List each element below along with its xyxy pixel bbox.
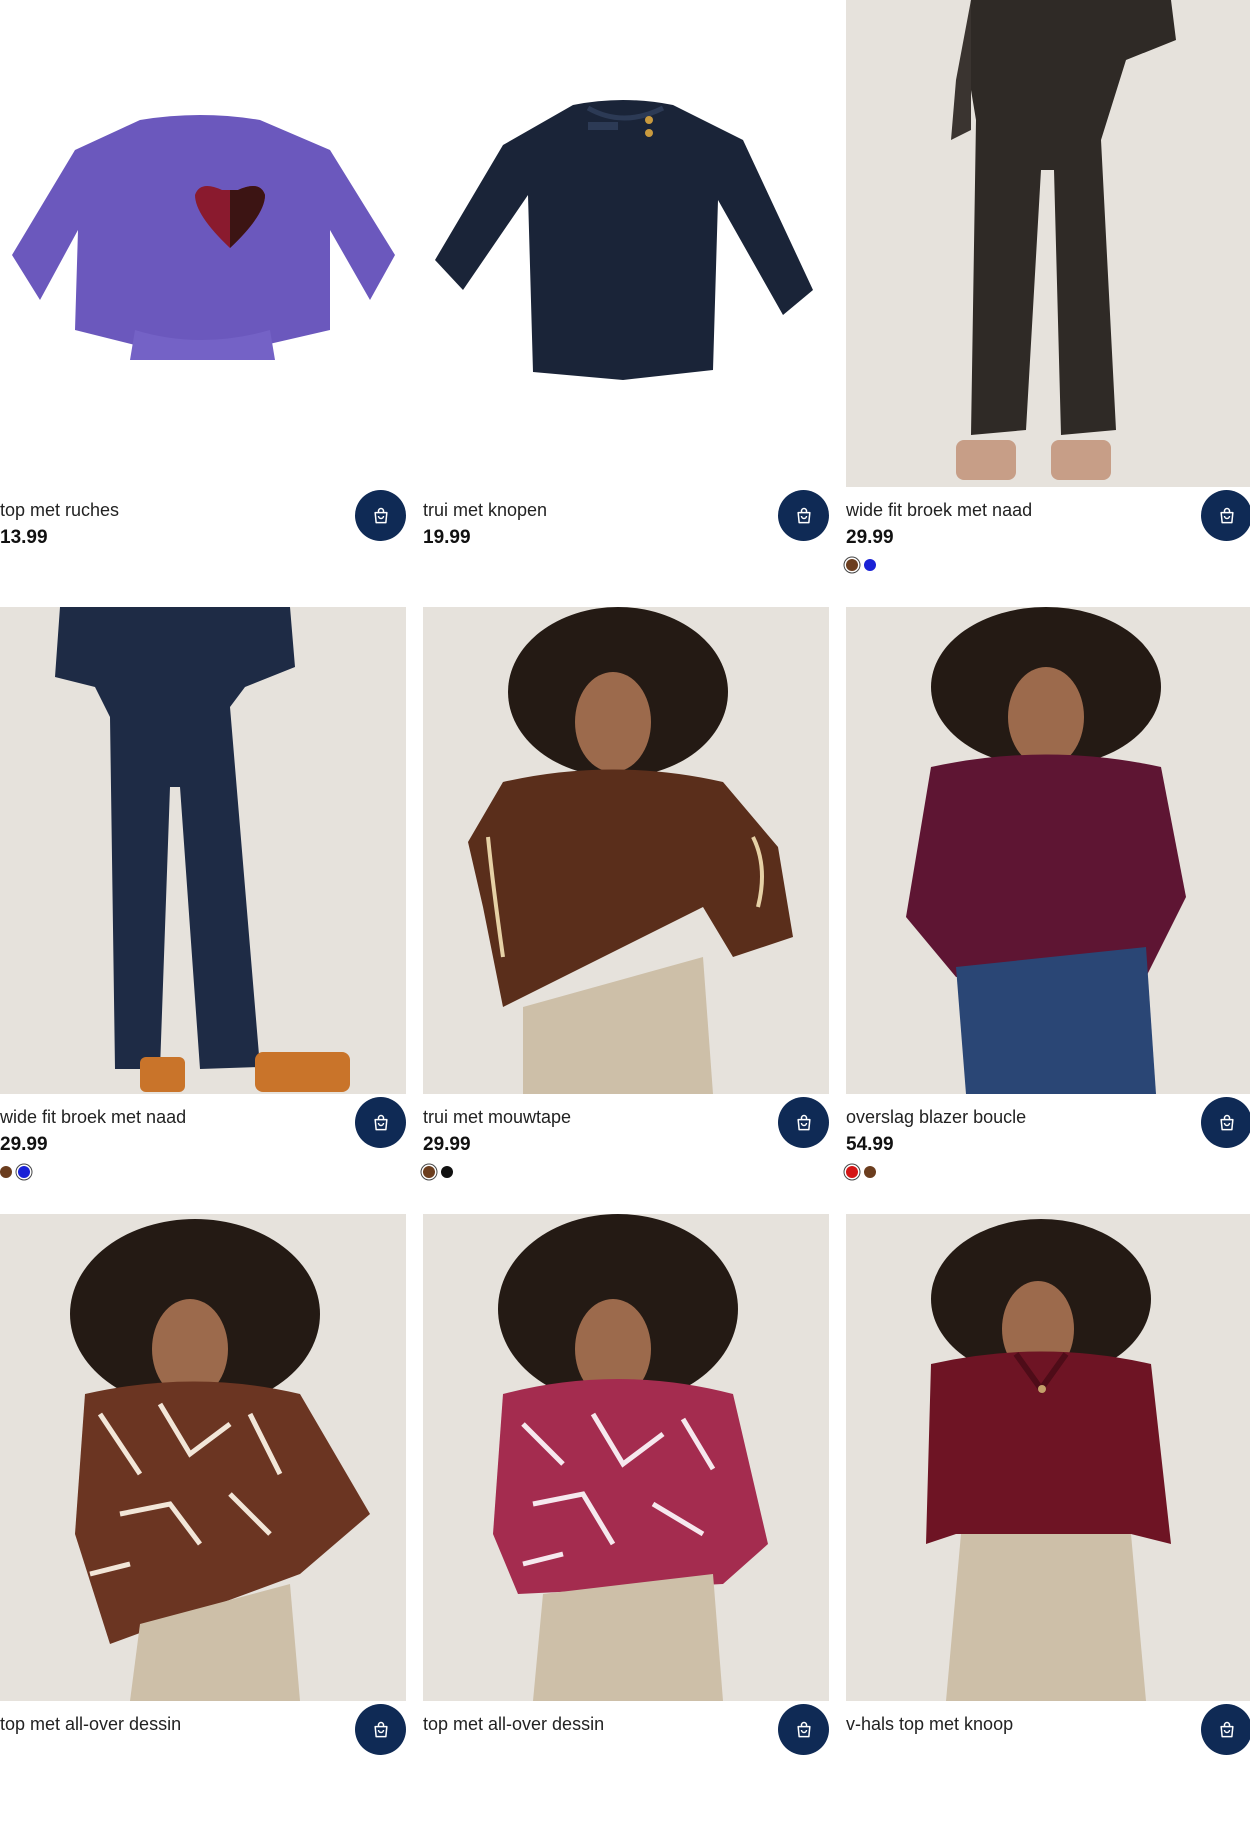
product-name[interactable]: trui met mouwtape [423, 1106, 571, 1128]
color-swatches [423, 1166, 453, 1178]
shopping-bag-icon [373, 1721, 388, 1737]
product-name[interactable]: top met all-over dessin [0, 1713, 181, 1735]
product-name[interactable]: top met all-over dessin [423, 1713, 604, 1735]
product-price: 19.99 [423, 527, 471, 548]
product-name[interactable]: wide fit broek met naad [846, 499, 1032, 521]
product-name[interactable]: trui met knopen [423, 499, 547, 521]
product-image[interactable] [423, 607, 829, 1094]
color-swatch-blue[interactable] [864, 559, 876, 571]
color-swatch-red[interactable] [846, 1166, 858, 1178]
product-name[interactable]: overslag blazer boucle [846, 1106, 1026, 1128]
color-swatch-brown[interactable] [846, 559, 858, 571]
add-to-cart-button[interactable] [778, 1097, 829, 1148]
shopping-bag-icon [373, 1114, 388, 1130]
product-card[interactable]: top met all-over dessin [0, 1214, 406, 1821]
product-image[interactable] [846, 607, 1250, 1094]
product-image[interactable] [846, 1214, 1250, 1701]
product-card[interactable]: overslag blazer boucle 54.99 [846, 607, 1250, 1214]
add-to-cart-button[interactable] [355, 1704, 406, 1755]
product-card[interactable]: v-hals top met knoop [846, 1214, 1250, 1821]
shopping-bag-icon [796, 507, 811, 523]
shopping-bag-icon [796, 1114, 811, 1130]
add-to-cart-button[interactable] [1201, 490, 1250, 541]
product-image[interactable] [423, 1214, 829, 1701]
product-image[interactable] [0, 0, 406, 487]
product-image[interactable] [846, 0, 1250, 487]
product-name[interactable]: v-hals top met knoop [846, 1713, 1013, 1735]
product-price: 13.99 [0, 527, 48, 548]
product-price: 29.99 [0, 1134, 48, 1155]
product-grid: top met ruches 13.99 trui met knopen 19.… [0, 0, 1250, 1755]
product-price: 54.99 [846, 1134, 894, 1155]
add-to-cart-button[interactable] [355, 490, 406, 541]
product-card[interactable]: top met ruches 13.99 [0, 0, 406, 607]
color-swatch-brown[interactable] [423, 1166, 435, 1178]
color-swatches [846, 559, 876, 571]
product-image[interactable] [0, 1214, 406, 1701]
product-card[interactable]: wide fit broek met naad 29.99 [0, 607, 406, 1214]
add-to-cart-button[interactable] [355, 1097, 406, 1148]
add-to-cart-button[interactable] [778, 1704, 829, 1755]
color-swatches [846, 1166, 876, 1178]
color-swatch-brown[interactable] [0, 1166, 12, 1178]
add-to-cart-button[interactable] [1201, 1704, 1250, 1755]
shopping-bag-icon [1219, 1721, 1234, 1737]
shopping-bag-icon [1219, 507, 1234, 523]
product-card[interactable]: top met all-over dessin [423, 1214, 829, 1821]
color-swatch-black[interactable] [441, 1166, 453, 1178]
shopping-bag-icon [796, 1721, 811, 1737]
product-image[interactable] [423, 0, 829, 487]
product-name[interactable]: wide fit broek met naad [0, 1106, 186, 1128]
add-to-cart-button[interactable] [778, 490, 829, 541]
color-swatches [0, 1166, 30, 1178]
shopping-bag-icon [1219, 1114, 1234, 1130]
product-card[interactable]: trui met mouwtape 29.99 [423, 607, 829, 1214]
add-to-cart-button[interactable] [1201, 1097, 1250, 1148]
color-swatch-brown[interactable] [864, 1166, 876, 1178]
product-name[interactable]: top met ruches [0, 499, 119, 521]
color-swatch-blue[interactable] [18, 1166, 30, 1178]
product-card[interactable]: trui met knopen 19.99 [423, 0, 829, 607]
product-image[interactable] [0, 607, 406, 1094]
product-card[interactable]: wide fit broek met naad 29.99 [846, 0, 1250, 607]
product-price: 29.99 [423, 1134, 471, 1155]
product-price: 29.99 [846, 527, 894, 548]
shopping-bag-icon [373, 507, 388, 523]
